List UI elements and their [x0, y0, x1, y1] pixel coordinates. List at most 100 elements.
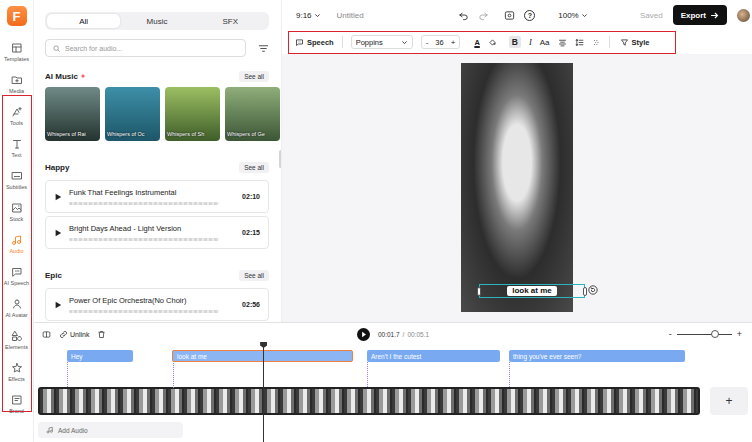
timeline: Unlink 00:01.7 / 00:05.1 - + Heylook at … [34, 322, 752, 442]
line-spacing-icon[interactable] [575, 38, 584, 47]
play-icon[interactable] [54, 301, 62, 309]
font-dropdown[interactable]: Poppins [351, 35, 413, 49]
sidebar-item[interactable]: Subtitles [0, 164, 34, 196]
project-title[interactable]: Untitled [337, 11, 364, 20]
caption-selection[interactable]: look at me [479, 284, 585, 298]
canvas: look at me [282, 54, 752, 322]
text-case-button[interactable]: Aa [540, 38, 550, 47]
track-row[interactable]: Power Of Epic Orchestra(No Choir) 02:56 [45, 288, 269, 321]
add-clip-button[interactable]: + [710, 387, 748, 415]
track-row[interactable]: Bright Days Ahead - Light Version 02:15 [45, 216, 269, 249]
speech-button[interactable]: Speech [295, 38, 334, 47]
speech-bubble-icon [295, 38, 304, 47]
redo-icon[interactable] [478, 10, 489, 21]
zoom-dropdown[interactable]: 100% [558, 11, 587, 20]
font-size-field[interactable]: 36 [435, 38, 443, 47]
editor: 9:16 Untitled ? 100% Saved Export Speech… [282, 0, 752, 322]
sidebar-item[interactable]: Brand [0, 388, 34, 420]
text-toolbar: Speech Poppins - 36 + A B I Aa Style [288, 31, 676, 54]
play-icon[interactable] [54, 229, 62, 237]
track-list: Power Of Epic Orchestra(No Choir) 02:56 [45, 288, 269, 321]
sidebar-item[interactable]: Elements [0, 324, 34, 356]
sidebar-item[interactable]: Audio [0, 228, 34, 260]
export-button[interactable]: Export [673, 5, 727, 25]
see-all-button[interactable]: See all [239, 270, 269, 281]
preview-icon[interactable] [504, 10, 515, 21]
resize-handle[interactable] [583, 287, 587, 296]
trash-icon[interactable] [97, 330, 106, 339]
sidebar: F Templates Media Tools Text Subtitles S… [0, 0, 34, 442]
music-card[interactable]: Whispers of Ge [225, 87, 280, 141]
increase-size-button[interactable]: + [451, 38, 456, 47]
fill-bucket-icon[interactable] [488, 38, 497, 47]
undo-icon[interactable] [458, 10, 469, 21]
track-list: Funk That Feelings Instrumental 02:10 Br… [45, 180, 269, 249]
subtitle-clip[interactable]: Aren't I the cutest [367, 350, 500, 362]
app-logo[interactable]: F [7, 6, 27, 26]
section-header: Happy See all [45, 161, 269, 173]
play-icon[interactable] [357, 328, 370, 341]
aspect-ratio-dropdown[interactable]: 9:16 [296, 11, 321, 20]
sidebar-item[interactable]: Effects [0, 356, 34, 388]
bold-button[interactable]: B [509, 36, 521, 48]
library-tab[interactable]: SFX [194, 14, 267, 28]
playhead[interactable] [263, 342, 264, 442]
filter-icon[interactable] [258, 43, 269, 54]
rotate-icon[interactable] [588, 285, 598, 295]
subtitle-clip[interactable]: thing you've ever seen? [509, 350, 685, 362]
zoom-in-button[interactable]: + [737, 329, 742, 339]
effects-icon[interactable] [592, 38, 601, 47]
video-track[interactable] [38, 387, 700, 415]
waveform [69, 202, 219, 205]
sidebar-item[interactable]: Stock [0, 196, 34, 228]
audio-library: AllMusicSFX Search for audio... AI Music… [34, 0, 282, 322]
music-note-icon [46, 426, 54, 434]
subtitle-clip[interactable]: Hey [67, 350, 133, 362]
ai-music-list: Whispers of RaiWhispers of OcWhispers of… [45, 87, 269, 141]
help-button[interactable]: ? [524, 10, 535, 21]
chevron-down-icon [581, 12, 588, 19]
top-bar: 9:16 Untitled ? 100% Saved Export [282, 0, 752, 30]
library-tabs: AllMusicSFX [45, 12, 269, 30]
align-center-icon[interactable] [558, 38, 567, 47]
zoom-out-button[interactable]: - [669, 329, 672, 339]
sidebar-item[interactable]: AI Speech [0, 260, 34, 292]
decrease-size-button[interactable]: - [426, 38, 429, 47]
add-audio-button[interactable]: Add Audio [38, 422, 183, 438]
sidebar-item[interactable]: Tools [0, 100, 34, 132]
sidebar-item-icon [11, 170, 23, 182]
play-icon[interactable] [54, 193, 62, 201]
music-card[interactable]: Whispers of Rai [45, 87, 100, 141]
zoom-slider[interactable] [677, 330, 732, 338]
funnel-icon [620, 38, 629, 47]
sidebar-item[interactable]: Text [0, 132, 34, 164]
sidebar-item-icon [11, 138, 23, 150]
sidebar-item-icon [11, 362, 23, 374]
style-button[interactable]: Style [620, 38, 650, 47]
video-preview: look at me [461, 63, 573, 312]
panel-collapse-handle[interactable] [279, 150, 282, 168]
sidebar-item[interactable]: Templates [0, 36, 34, 68]
split-icon[interactable] [42, 330, 51, 339]
dog-photo [461, 63, 573, 312]
highlight-box [2, 95, 32, 412]
music-card[interactable]: Whispers of Oc [105, 87, 160, 141]
sidebar-item[interactable]: AI Avatar [0, 292, 34, 324]
library-tab[interactable]: Music [120, 14, 193, 28]
see-all-button[interactable]: See all [239, 71, 269, 82]
search-field[interactable]: Search for audio... [45, 39, 246, 57]
music-card[interactable]: Whispers of Sh [165, 87, 220, 141]
caption-text[interactable]: look at me [507, 286, 557, 296]
unlink-button[interactable]: Unlink [59, 330, 89, 339]
see-all-button[interactable]: See all [239, 162, 269, 173]
resize-handle[interactable] [477, 287, 481, 296]
track-row[interactable]: Funk That Feelings Instrumental 02:10 [45, 180, 269, 213]
italic-button[interactable]: I [529, 37, 532, 47]
library-tab[interactable]: All [47, 14, 120, 28]
waveform [69, 238, 219, 241]
arrow-right-icon [710, 11, 719, 20]
sidebar-item[interactable]: Media [0, 68, 34, 100]
user-avatar[interactable] [737, 9, 750, 22]
text-color-button[interactable]: A [474, 38, 479, 47]
section-header: AI Music See all [45, 70, 269, 82]
